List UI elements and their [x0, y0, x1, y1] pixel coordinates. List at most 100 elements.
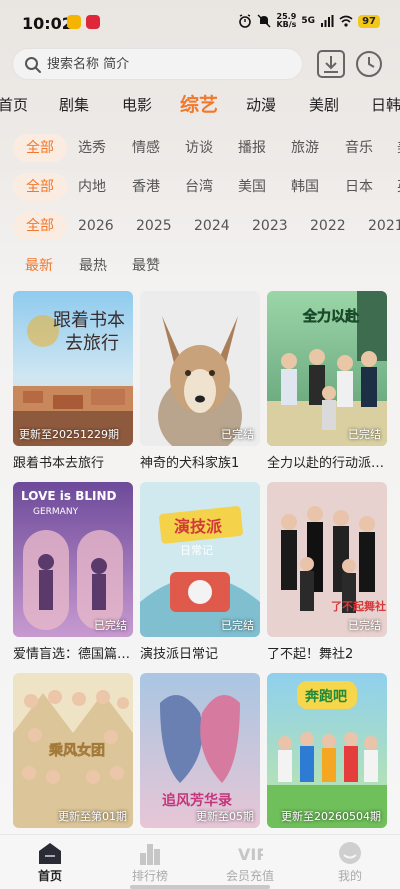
filter-type-travel[interactable]: 旅游 [291, 134, 319, 162]
filter-type-music[interactable]: 音乐 [345, 134, 373, 162]
status-bar: 10:02 25.9 KB/s 5G 97 [0, 0, 400, 44]
filter-region-hongkong[interactable]: 香港 [132, 173, 160, 201]
nav-ranking-label: 排行榜 [131, 869, 168, 883]
search-icon [25, 57, 41, 73]
show-card[interactable]: 追风芳华录 更新至05期 [140, 673, 260, 834]
filter-region-japan[interactable]: 日本 [345, 173, 373, 201]
show-card[interactable]: 奔跑吧 更新至20260504期 [267, 673, 387, 834]
nav-home[interactable]: 首页 [10, 841, 90, 884]
nav-profile-label: 我的 [337, 869, 362, 883]
poster-title-text-2: 去旅行 [65, 333, 119, 354]
show-card[interactable]: 跟着书本 去旅行 更新至20251229期 跟着书本去旅行 [13, 291, 133, 471]
wifi-icon [339, 15, 353, 27]
filter-region-all[interactable]: 全部 [13, 173, 67, 201]
poster-logo-text: 乘风女团 [48, 742, 105, 759]
show-poster: 已完结 [140, 291, 260, 446]
filter-type-all[interactable]: 全部 [13, 134, 67, 162]
show-title: 演技派日常记 [140, 647, 219, 662]
download-icon[interactable] [315, 48, 347, 80]
search-input[interactable] [47, 49, 287, 79]
battery-indicator: 97 [358, 14, 380, 28]
ranking-icon [140, 844, 160, 865]
filter-region-taiwan[interactable]: 台湾 [185, 173, 213, 201]
poster-title-text: LOVE is BLIND [21, 489, 116, 503]
tab-variety[interactable]: 综艺 [180, 90, 218, 117]
bottom-nav: 首页 排行榜 VIP 会员充值 我的 [0, 834, 400, 889]
poster-logo-text: 了不起舞社 [331, 599, 386, 613]
poster-logo-text: 全力以赴 [302, 308, 360, 325]
tab-series[interactable]: 剧集 [59, 94, 89, 115]
show-card[interactable]: 乘风女团 更新至第01期 [13, 673, 133, 834]
svg-text:VIP: VIP [238, 845, 263, 864]
app-notification-icon-2 [86, 15, 100, 29]
sort-hottest[interactable]: 最热 [79, 252, 107, 280]
show-card[interactable]: 全力以赴 已完结 全力以赴的行动派第… [267, 291, 387, 471]
show-card[interactable]: 演技派 日常记 已完结 演技派日常记 [140, 482, 260, 662]
filter-year-2026[interactable]: 2026 [78, 212, 114, 240]
filter-year-all[interactable]: 全部 [13, 212, 67, 240]
filter-year-2021[interactable]: 2021 [368, 212, 400, 240]
filter-year-2025[interactable]: 2025 [136, 212, 172, 240]
show-title: 爱情盲选：德国篇第… [13, 647, 133, 662]
show-poster: 了不起舞社 已完结 [267, 482, 387, 637]
sort-most-liked[interactable]: 最赞 [132, 252, 160, 280]
nav-vip[interactable]: VIP 会员充值 [210, 841, 290, 884]
show-title: 跟着书本去旅行 [13, 456, 105, 471]
nav-vip-label: 会员充值 [225, 869, 274, 883]
filter-type-romance[interactable]: 情感 [132, 134, 160, 162]
filter-year-2024[interactable]: 2024 [194, 212, 230, 240]
tab-us-drama[interactable]: 美剧 [309, 94, 339, 115]
nav-home-label: 首页 [37, 869, 62, 883]
poster-subtitle-text: 日常记 [180, 544, 213, 557]
show-card[interactable]: 已完结 神奇的犬科家族1 [140, 291, 260, 471]
status-badge: 已完结 [348, 619, 381, 632]
nav-ranking[interactable]: 排行榜 [110, 841, 190, 884]
filter-type-broadcast[interactable]: 播报 [238, 134, 266, 162]
show-poster: LOVE is BLIND GERMANY 已完结 [13, 482, 133, 637]
poster-logo-text: 追风芳华录 [162, 792, 232, 809]
show-title: 神奇的犬科家族1 [140, 456, 240, 471]
filter-region-usa[interactable]: 美国 [238, 173, 266, 201]
tab-home[interactable]: 首页 [0, 94, 28, 115]
signal-bars-icon [321, 15, 334, 27]
filter-row-year: 全部 2026 2025 2024 2023 2022 2021 [0, 212, 400, 240]
filter-type-talent[interactable]: 选秀 [78, 134, 106, 162]
filter-row-type: 全部 选秀 情感 访谈 播报 旅游 音乐 美 [0, 134, 400, 162]
show-poster: 全力以赴 已完结 [267, 291, 387, 446]
filter-type-interview[interactable]: 访谈 [185, 134, 213, 162]
show-card[interactable]: LOVE is BLIND GERMANY 已完结 爱情盲选：德国篇第… [13, 482, 133, 662]
show-poster: 追风芳华录 更新至05期 [140, 673, 260, 828]
show-poster: 乘风女团 更新至第01期 [13, 673, 133, 828]
tab-anime[interactable]: 动漫 [246, 94, 276, 115]
app-notification-icon [67, 15, 81, 29]
filter-year-2022[interactable]: 2022 [310, 212, 346, 240]
search-bar[interactable] [12, 48, 303, 80]
vip-icon: VIP [238, 845, 263, 864]
tab-jp-kr[interactable]: 日韩 [371, 94, 400, 115]
net-speed: 25.9 KB/s [276, 12, 297, 29]
update-badge: 更新至20260504期 [281, 810, 381, 823]
poster-subtitle-text: GERMANY [33, 507, 79, 517]
profile-icon [339, 842, 361, 864]
show-poster: 跟着书本 去旅行 更新至20251229期 [13, 291, 133, 446]
mute-bell-icon [257, 14, 271, 28]
show-card[interactable]: 了不起舞社 已完结 了不起！舞社2 [267, 482, 387, 662]
poster-logo-text: 奔跑吧 [304, 688, 347, 705]
poster-logo-text: 演技派 [174, 517, 223, 536]
history-clock-icon[interactable] [353, 48, 385, 80]
status-badge: 已完结 [348, 428, 381, 441]
status-badge: 已完结 [221, 619, 254, 632]
poster-title-text: 跟着书本 [53, 310, 125, 331]
show-title: 全力以赴的行动派第… [267, 456, 387, 471]
nav-profile[interactable]: 我的 [310, 841, 390, 884]
tab-movies[interactable]: 电影 [122, 94, 152, 115]
filter-year-2023[interactable]: 2023 [252, 212, 288, 240]
home-indicator [130, 885, 270, 889]
sort-newest[interactable]: 最新 [25, 252, 53, 280]
filter-region-mainland[interactable]: 内地 [78, 173, 106, 201]
filter-row-region: 全部 内地 香港 台湾 美国 韩国 日本 英 [0, 173, 400, 201]
alarm-icon [239, 14, 252, 28]
update-badge: 更新至05期 [196, 810, 254, 823]
filter-region-korea[interactable]: 韩国 [291, 173, 319, 201]
update-badge: 更新至第01期 [58, 810, 127, 823]
